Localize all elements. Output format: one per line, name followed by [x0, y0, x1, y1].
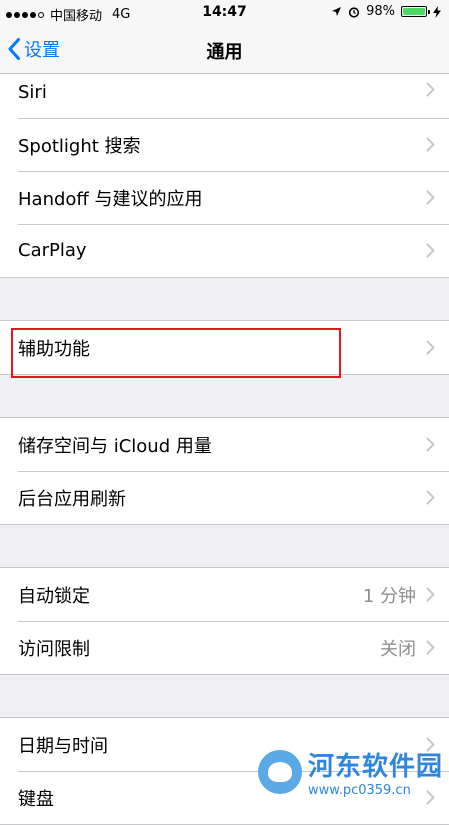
watermark-url: www.pc0359.cn: [307, 783, 411, 798]
row-label: 储存空间与 iCloud 用量: [18, 435, 212, 457]
watermark: 河东软件园 www.pc0359.cn: [257, 746, 443, 798]
status-bar: 中国移动 4G 14:47 98%: [0, 0, 449, 26]
status-right: 98%: [331, 4, 441, 19]
highlight-box: [11, 328, 341, 378]
row-label: 后台应用刷新: [18, 488, 126, 510]
chevron-right-icon: [426, 640, 435, 655]
row-storage-icloud[interactable]: 储存空间与 iCloud 用量: [0, 418, 449, 471]
watermark-logo-icon: [257, 750, 302, 794]
row-value: 关闭: [380, 638, 416, 660]
page-title: 通用: [206, 42, 243, 63]
row-label: Siri: [18, 82, 47, 103]
alarm-icon: [348, 6, 360, 18]
battery-icon: [401, 6, 430, 17]
settings-list: Siri Spotlight 搜索 Handoff 与建议的应用 CarPlay…: [0, 74, 449, 825]
row-carplay[interactable]: CarPlay: [0, 224, 449, 277]
chevron-right-icon: [426, 190, 435, 205]
settings-group: 储存空间与 iCloud 用量 后台应用刷新: [0, 417, 449, 525]
row-siri[interactable]: Siri: [0, 74, 449, 118]
row-spotlight[interactable]: Spotlight 搜索: [0, 118, 449, 171]
chevron-right-icon: [426, 82, 435, 97]
row-label: CarPlay: [18, 240, 87, 261]
chevron-right-icon: [426, 137, 435, 152]
battery-percent: 98%: [366, 4, 395, 19]
row-restrictions[interactable]: 访问限制 关闭: [0, 621, 449, 674]
charging-icon: [433, 5, 441, 18]
chevron-right-icon: [426, 437, 435, 452]
navigation-bar: 设置 通用: [0, 26, 449, 74]
row-label: Handoff 与建议的应用: [18, 188, 203, 210]
row-auto-lock[interactable]: 自动锁定 1 分钟: [0, 568, 449, 621]
settings-group: Siri Spotlight 搜索 Handoff 与建议的应用 CarPlay: [0, 74, 449, 278]
row-label: 自动锁定: [18, 585, 90, 607]
row-label: 访问限制: [18, 638, 90, 660]
chevron-right-icon: [426, 243, 435, 258]
chevron-right-icon: [426, 340, 435, 355]
row-handoff[interactable]: Handoff 与建议的应用: [0, 171, 449, 224]
chevron-right-icon: [426, 587, 435, 602]
watermark-name: 河东软件园: [307, 752, 443, 782]
chevron-right-icon: [426, 490, 435, 505]
row-label: Spotlight 搜索: [18, 135, 141, 157]
settings-group: 自动锁定 1 分钟 访问限制 关闭: [0, 567, 449, 675]
location-arrow-icon: [332, 7, 342, 16]
row-value: 1 分钟: [362, 585, 416, 607]
row-background-refresh[interactable]: 后台应用刷新: [0, 471, 449, 524]
